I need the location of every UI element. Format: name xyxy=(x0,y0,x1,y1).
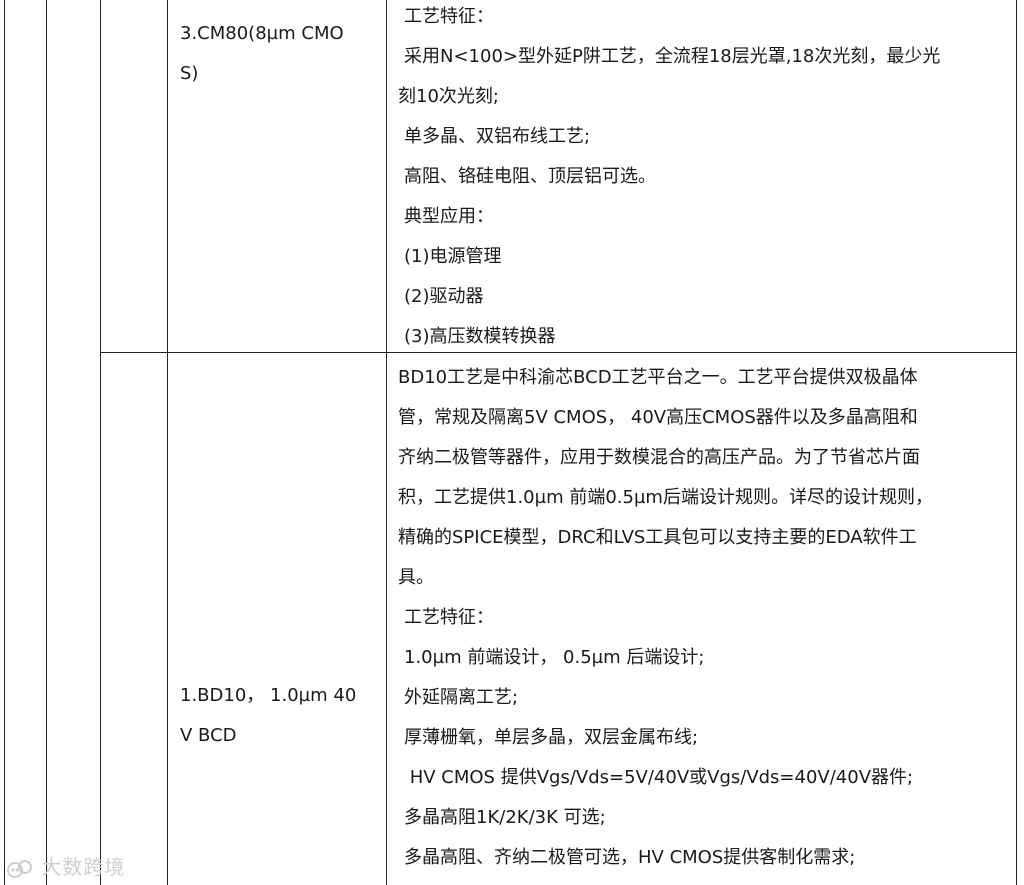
text-line: 积，工艺提供1.0µm 前端0.5µm后端设计规则。详尽的设计规则， xyxy=(398,487,933,508)
process-name-part: CMO xyxy=(301,23,344,44)
process-name-cm80: 3.CM80(8µm CMO S) xyxy=(180,14,378,94)
text-line: 多晶高阻1K/2K/3K 可选; xyxy=(404,807,606,828)
text-line: 工艺特征： xyxy=(404,6,494,27)
watermark: 大数跨境 xyxy=(6,851,125,880)
process-description-bd10: BD10工艺是中科渝芯BCD工艺平台之一。工艺平台提供双极晶体 管，常规及隔离5… xyxy=(398,358,933,878)
text-line: 高阻、铬硅电阻、顶层铝可选。 xyxy=(404,166,656,187)
text-line: BD10工艺是中科渝芯BCD工艺平台之一。工艺平台提供双极晶体 xyxy=(398,367,918,388)
watermark-text: 大数跨境 xyxy=(41,855,126,879)
text-line: 典型应用： xyxy=(404,206,494,227)
column-divider-2 xyxy=(100,0,101,885)
text-line: (2)驱动器 xyxy=(404,286,484,307)
column-divider-1 xyxy=(46,0,47,885)
process-name-part: 1.0µm xyxy=(270,685,328,706)
text-line: 厚薄栅氧，单层多晶，双层金属布线; xyxy=(404,727,699,748)
text-line: 工艺特征： xyxy=(404,607,494,628)
process-name-part: S) xyxy=(180,63,199,84)
text-line: 采用N<100>型外延P阱工艺，全流程18层光罩,18次光刻，最少光 xyxy=(404,46,941,67)
text-line: (1)电源管理 xyxy=(404,246,502,267)
text-line: 齐纳二极管等器件，应用于数模混合的高压产品。为了节省芯片面 xyxy=(398,447,920,468)
watermark-logo-icon xyxy=(7,859,32,878)
process-description-cm80: 工艺特征： 采用N<100>型外延P阱工艺，全流程18层光罩,18次光刻，最少光… xyxy=(398,0,940,357)
text-line: 1.0µm 前端设计， 0.5µm 后端设计; xyxy=(404,647,705,668)
process-name-part: V BCD xyxy=(180,725,237,746)
text-line: 单多晶、双铝布线工艺; xyxy=(404,126,591,147)
column-divider-4 xyxy=(386,0,387,885)
text-line: (3)高压数模转换器 xyxy=(404,326,556,347)
process-name-bd10: 1.BD10， 1.0µm 40 V BCD xyxy=(180,676,378,756)
process-name-part: 40 xyxy=(333,685,357,706)
text-line: 外延隔离工艺; xyxy=(404,687,519,708)
text-line: 多晶高阻、齐纳二极管可选，HV CMOS提供客制化需求; xyxy=(404,847,856,868)
process-name-part: 3.CM80(8µm xyxy=(180,23,296,44)
text-line: 具。 xyxy=(398,567,434,588)
text-line: 精确的SPICE模型，DRC和LVS工具包可以支持主要的EDA软件工 xyxy=(398,527,917,548)
process-name-part: 1.BD10， xyxy=(180,685,265,706)
column-divider-3 xyxy=(167,0,168,885)
table-border-right xyxy=(1016,0,1017,885)
text-line: 刻10次光刻; xyxy=(398,86,499,107)
table-border-left xyxy=(4,0,5,885)
text-line: 管，常规及隔离5V CMOS， 40V高压CMOS器件以及多晶高阻和 xyxy=(398,407,918,428)
text-line: HV CMOS 提供Vgs/Vds=5V/40V或Vgs/Vds=40V/40V… xyxy=(404,767,914,788)
